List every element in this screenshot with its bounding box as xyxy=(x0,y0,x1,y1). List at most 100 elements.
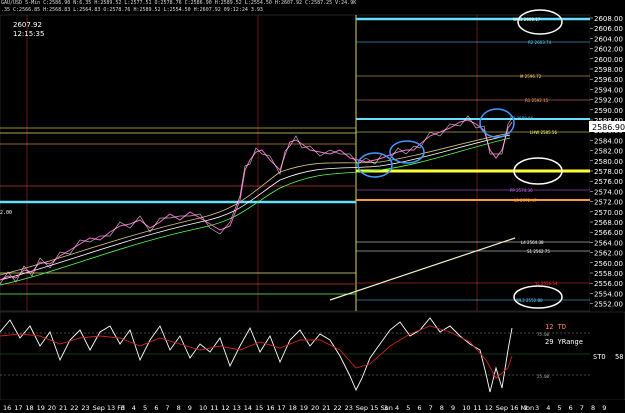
time-axis-label: 8 xyxy=(440,404,444,412)
lvl75-label: 75.00 xyxy=(537,332,550,337)
yrange-label: 29 YRange xyxy=(545,338,583,346)
price-axis-label: 2556.00 xyxy=(594,280,623,288)
level-label: S1 2562.75 xyxy=(527,249,550,254)
time-axis-label: 5 xyxy=(406,404,410,412)
time-axis-label: 21 xyxy=(322,404,330,412)
level-label: WH3 2608.17 xyxy=(513,17,541,22)
time-axis-label: 20 xyxy=(311,404,319,412)
time-axis-label: 16 xyxy=(3,404,11,412)
time-axis-label: 8 xyxy=(591,404,595,412)
time-axis-label: 20 xyxy=(48,404,56,412)
sto-label: STO xyxy=(593,353,606,361)
time-axis-label: 11 xyxy=(473,404,481,412)
time-axis-label: 14 xyxy=(244,404,252,412)
time-axis-label: 9 xyxy=(188,404,192,412)
price-axis-label: 2592.00 xyxy=(594,97,623,105)
level-label: YL 2556.54 xyxy=(534,281,558,286)
price-axis-label: 2552.00 xyxy=(594,301,623,309)
price-axis-label: 2582.00 xyxy=(594,148,623,156)
time-axis-label: 4 xyxy=(132,404,136,412)
price-axis-label: 2558.00 xyxy=(594,270,623,278)
price-axis-label: 2590.00 xyxy=(594,107,623,115)
price-axis-label: 2570.00 xyxy=(594,209,623,217)
time-axis-label: 3 xyxy=(384,404,388,412)
level-label: R1 2592.15 xyxy=(525,98,549,103)
time-axis-labels: 16 17 18 19 20 21 22 23 Sep 13 Fri3 4 5 6 7 8 9 10 11 12 1… xyxy=(3,404,606,412)
price-axis-label: 2594.00 xyxy=(594,86,623,94)
time-axis-label: 12 xyxy=(221,404,229,412)
price-axis-label: 2584.00 xyxy=(594,137,623,145)
time-axis-label: 19 xyxy=(37,404,45,412)
time-axis-label: 11 xyxy=(210,404,218,412)
time-axis-label: 5 xyxy=(557,404,561,412)
price-axis-label: 2554.00 xyxy=(594,290,623,298)
price-axis-label: 2580.00 xyxy=(594,158,623,166)
level-label: R2 2603.74 xyxy=(528,40,552,45)
time-axis-label: 21 xyxy=(59,404,67,412)
price-axis-labels: 2608.00 2606.00 2604.00 2602.00 2600.00 2598.… xyxy=(590,15,623,309)
level-label: L4 2564.38 xyxy=(521,240,544,245)
time-axis-label: 7 xyxy=(580,404,584,412)
price-axis-label: 2572.00 xyxy=(594,199,623,207)
price-axis-label: 2600.00 xyxy=(594,56,623,64)
high-time-label: 12:15:35 xyxy=(13,30,44,38)
price-axis-label: 2606.00 xyxy=(594,25,623,33)
high-price-label: 2607.92 xyxy=(13,21,42,29)
level-label: LHW 2585.56 xyxy=(530,130,557,135)
time-axis-label: 10 xyxy=(462,404,470,412)
time-axis-label: 18 xyxy=(289,404,297,412)
price-axis-label: 2560.00 xyxy=(594,260,623,268)
time-axis-label: 19 xyxy=(300,404,308,412)
price-axis-label: 2576.00 xyxy=(594,178,623,186)
time-axis-label: 9 xyxy=(451,404,455,412)
level-label: L3 2572.47 xyxy=(514,198,537,203)
time-axis-label: 9 xyxy=(602,404,606,412)
td-label: 12 TD xyxy=(545,323,566,331)
left-axis-label: 2.00 xyxy=(0,210,12,216)
price-chart[interactable]: WH3 2608.17 R2 2603.74 M 2596.72 R1 2592.15… xyxy=(0,0,625,413)
sto-value: 58 xyxy=(615,353,623,361)
level-label: M 2596.72 xyxy=(520,74,542,79)
price-axis-label: 2578.00 xyxy=(594,168,623,176)
price-axis-label: 2568.00 xyxy=(594,219,623,227)
price-axis-label: 2598.00 xyxy=(594,66,623,74)
time-axis-label: 23 xyxy=(81,404,89,412)
time-axis-label: 12 xyxy=(485,404,493,412)
time-axis-label: 22 xyxy=(333,404,341,412)
indicator-panel xyxy=(0,311,625,401)
time-axis-label: 2 xyxy=(524,404,528,412)
time-axis-label: 6 xyxy=(417,404,421,412)
time-axis-label: 6 xyxy=(154,404,158,412)
time-axis-label: 3 xyxy=(535,404,539,412)
price-panel xyxy=(0,14,591,312)
time-axis-label: 3 xyxy=(121,404,125,412)
price-axis-label: 2562.00 xyxy=(594,250,623,258)
time-axis-label: Sep 16 Mon xyxy=(496,404,534,412)
time-axis-label: 17 xyxy=(277,404,285,412)
lvl25-label: 25.00 xyxy=(537,374,550,379)
time-axis-label: 10 xyxy=(199,404,207,412)
time-axis-label: 5 xyxy=(143,404,147,412)
price-axis-label: 2564.00 xyxy=(594,239,623,247)
price-axis-label: 2608.00 xyxy=(594,15,623,23)
time-axis-label: 4 xyxy=(395,404,399,412)
time-axis-label: 15 xyxy=(255,404,263,412)
price-axis-label: 2596.00 xyxy=(594,76,623,84)
time-axis-label: 17 xyxy=(14,404,22,412)
current-price: 2586.90 xyxy=(592,123,625,132)
price-axis-label: 2604.00 xyxy=(594,35,623,43)
time-axis-label: 7 xyxy=(165,404,169,412)
time-axis-label: 13 xyxy=(233,404,241,412)
time-axis-label: 7 xyxy=(429,404,433,412)
price-axis-label: 2566.00 xyxy=(594,229,623,237)
time-axis-label: 22 xyxy=(70,404,78,412)
time-axis-label: 16 xyxy=(266,404,274,412)
level-label: WL3 2552.80 xyxy=(516,298,543,303)
level-label: PP 2574.36 xyxy=(510,188,533,193)
time-axis-label: 6 xyxy=(569,404,573,412)
time-axis-label: 18 xyxy=(25,404,33,412)
time-axis-label: 4 xyxy=(546,404,550,412)
time-axis-label: 23 xyxy=(345,404,353,412)
time-axis-label: 8 xyxy=(177,404,181,412)
price-axis-label: 2602.00 xyxy=(594,46,623,54)
